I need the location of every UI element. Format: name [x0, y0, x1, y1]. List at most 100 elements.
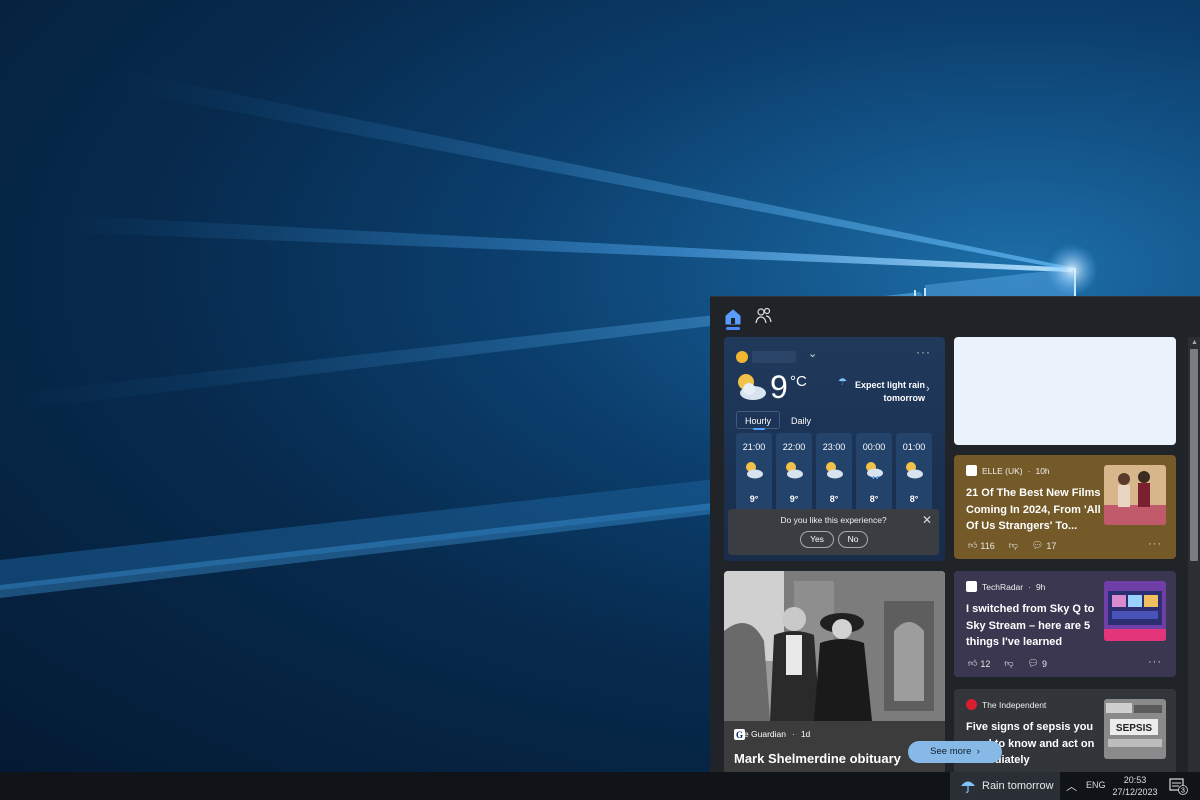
like-count: 12 — [980, 658, 991, 669]
partly-cloudy-night-icon — [826, 462, 843, 479]
article-thumbnail[interactable] — [1104, 581, 1166, 641]
thumbs-up-icon: 👍︎ — [968, 658, 978, 668]
notification-count: 3 — [1181, 788, 1185, 795]
temperature-unit[interactable]: °C — [790, 373, 807, 390]
close-icon[interactable]: ✕ — [922, 513, 932, 527]
language-indicator[interactable]: ENG — [1086, 780, 1106, 790]
like-button[interactable]: 👍︎ 116 — [968, 540, 995, 551]
hour-temp: 8° — [909, 494, 919, 504]
hour-temp: 8° — [829, 494, 839, 504]
thumbs-up-icon: 👍︎ — [968, 540, 978, 550]
comment-button[interactable]: 💬︎ 17 — [1032, 540, 1056, 551]
article-thumbnail[interactable] — [1104, 465, 1166, 525]
news-source: ELLE (UK) · 10h — [966, 465, 1050, 476]
comment-count: 9 — [1042, 658, 1048, 669]
home-icon[interactable] — [724, 307, 742, 327]
umbrella-icon: ☂ — [838, 377, 847, 388]
independent-logo-icon — [966, 699, 977, 710]
clock[interactable]: 20:53 27/12/2023 — [1110, 774, 1160, 798]
news-card-elle[interactable]: ELLE (UK) · 10h 21 Of The Best New Films… — [954, 455, 1176, 559]
current-temperature: 9 — [770, 369, 788, 405]
hour-cell[interactable]: 22:00 9° — [776, 433, 812, 511]
partly-cloudy-night-icon — [786, 462, 803, 479]
article-reactions: 👍︎ 12 👎︎ 💬︎ 9 — [968, 658, 1047, 669]
thumbnail-caption: SEPSIS — [1116, 723, 1152, 734]
more-options-icon[interactable]: ··· — [916, 345, 931, 359]
hour-time: 23:00 — [822, 442, 846, 452]
news-source: G The Guardian · 1d — [734, 729, 811, 740]
location-name[interactable] — [752, 351, 796, 363]
chevron-right-icon[interactable]: › — [926, 383, 930, 395]
see-more-label: See more — [930, 746, 972, 757]
hour-cell[interactable]: 00:00 8° — [856, 433, 892, 511]
loading-card[interactable] — [954, 337, 1176, 445]
separator: · — [791, 729, 795, 739]
hour-temp: 8° — [869, 494, 879, 504]
feature-photo — [724, 571, 945, 772]
tab-hourly[interactable]: Hourly — [736, 411, 781, 429]
comment-icon: 💬︎ — [1027, 658, 1039, 668]
news-source: TechRadar · 9h — [966, 581, 1045, 592]
taskbar-weather-label: Rain tomorrow — [982, 780, 1054, 792]
chevron-down-icon[interactable]: ⌄ — [808, 347, 817, 360]
hourly-forecast: 21:00 9° 22:00 9° 23:00 8° 00:00 8° 01:0… — [736, 433, 932, 511]
feedback-yes-button[interactable]: Yes — [800, 531, 834, 548]
article-headline[interactable]: I switched from Sky Q to Sky Stream – he… — [966, 601, 1104, 651]
forecast-summary[interactable]: Expect light rain tomorrow — [850, 379, 925, 405]
news-card-techradar[interactable]: TechRadar · 9h I switched from Sky Q to … — [954, 571, 1176, 677]
show-hidden-icons-chevron-icon[interactable]: ︿ — [1066, 778, 1077, 794]
hour-cell[interactable]: 01:00 8° — [896, 433, 932, 511]
article-age: 9h — [1035, 581, 1046, 592]
thumbs-down-icon: 👎︎ — [1008, 540, 1018, 550]
scroll-up-arrow[interactable]: ▲ — [1191, 339, 1198, 346]
hourly-tab-indicator — [753, 428, 765, 430]
partly-cloudy-night-icon — [906, 462, 923, 479]
like-count: 116 — [980, 540, 995, 551]
clock-date: 27/12/2023 — [1112, 787, 1158, 797]
scrollbar-thumb[interactable] — [1190, 349, 1198, 561]
article-age: 1d — [800, 729, 811, 739]
dislike-button[interactable]: 👎︎ — [1004, 658, 1013, 669]
taskbar-weather-button[interactable]: Rain tomorrow — [950, 772, 1060, 800]
hour-temp: 9° — [789, 494, 799, 504]
comment-count: 17 — [1046, 540, 1057, 551]
following-icon[interactable] — [754, 307, 772, 325]
chevron-right-icon: › — [974, 746, 980, 757]
techradar-logo-icon — [966, 581, 977, 592]
location-weather-icon — [736, 351, 748, 363]
feedback-prompt: Do you like this experience? ✕ Yes No — [728, 509, 939, 555]
feature-card-guardian[interactable]: G The Guardian · 1d Mark Shelmerdine obi… — [724, 571, 945, 772]
separator: · — [1027, 465, 1031, 476]
hour-cell[interactable]: 23:00 8° — [816, 433, 852, 511]
separator: · — [1028, 581, 1031, 592]
active-tab-indicator — [726, 327, 740, 330]
source-name: TechRadar — [982, 581, 1024, 592]
notification-center-icon[interactable]: 3 — [1168, 777, 1188, 795]
panel-header — [710, 297, 1200, 335]
thumbs-down-icon: 👎︎ — [1004, 658, 1014, 668]
hour-time: 21:00 — [742, 442, 766, 452]
source-name: The Independent — [982, 699, 1047, 710]
hour-time: 01:00 — [902, 442, 926, 452]
see-more-button[interactable]: See more › — [908, 741, 1002, 763]
hour-cell[interactable]: 21:00 9° — [736, 433, 772, 511]
article-headline[interactable]: 21 Of The Best New Films Coming In 2024,… — [966, 485, 1104, 535]
weather-card[interactable]: ⌄ ··· 9 °C ☂ Expect light rain tomorrow … — [724, 337, 945, 561]
elle-logo-icon — [966, 465, 977, 476]
dislike-button[interactable]: 👎︎ — [1009, 540, 1018, 551]
news-source: The Independent — [966, 699, 1046, 710]
svg-text:G: G — [736, 730, 743, 740]
more-options-icon[interactable]: ··· — [1148, 538, 1162, 550]
feedback-no-button[interactable]: No — [838, 531, 868, 548]
news-and-interests-panel: ▲ ⌄ ··· 9 °C ☂ Expect light rain tomorro… — [710, 296, 1200, 772]
like-button[interactable]: 👍︎ 12 — [968, 658, 990, 669]
comment-icon: 💬︎ — [1031, 540, 1044, 550]
guardian-logo-icon: G — [734, 729, 745, 740]
more-options-icon[interactable]: ··· — [1148, 656, 1162, 668]
tab-daily[interactable]: Daily — [782, 411, 820, 429]
umbrella-icon — [961, 781, 975, 793]
article-thumbnail[interactable]: SEPSIS — [1104, 699, 1166, 759]
article-age: 10h — [1035, 465, 1050, 476]
article-headline[interactable]: Mark Shelmerdine obituary — [734, 751, 901, 766]
comment-button[interactable]: 💬︎ 9 — [1028, 658, 1047, 669]
